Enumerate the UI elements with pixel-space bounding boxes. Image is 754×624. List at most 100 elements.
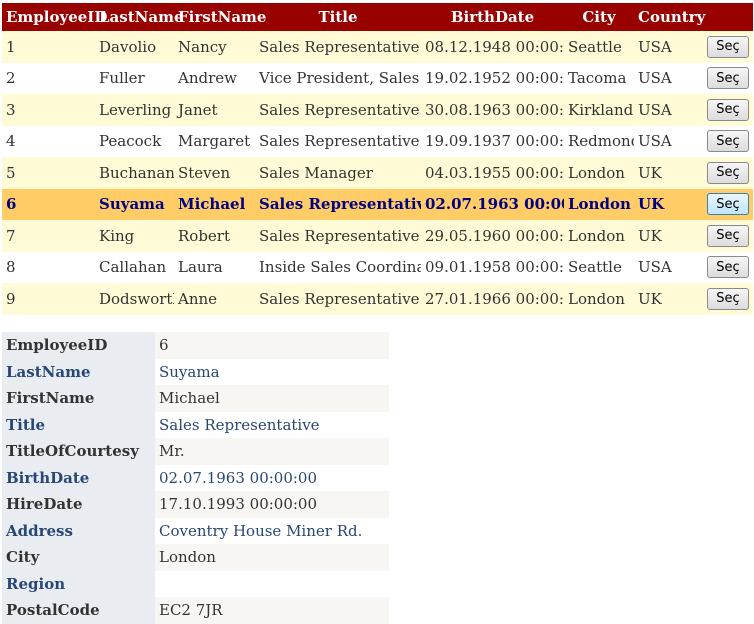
cell-country: USA xyxy=(634,94,698,126)
column-header-title: Title xyxy=(255,3,421,31)
cell-country: UK xyxy=(634,157,698,189)
cell-lastname: Peacock xyxy=(95,125,174,157)
detail-row: EmployeeID 6 xyxy=(2,332,389,359)
cell-title: Sales Representative xyxy=(255,94,421,126)
cell-birthdate: 02.07.1963 00:00:00 xyxy=(421,188,564,220)
table-row: 3 Leverling Janet Sales Representative 30.08… xyxy=(2,94,753,126)
select-button[interactable]: Seç xyxy=(707,98,749,121)
cell-firstname: Michael xyxy=(174,188,255,220)
detail-field-label: City xyxy=(2,544,155,571)
cell-lastname: Buchanan xyxy=(95,157,174,189)
detail-field-value xyxy=(155,570,389,597)
detail-row: Title Sales Representative xyxy=(2,411,389,438)
cell-city: Tacoma xyxy=(564,62,634,94)
column-header-employeeid: EmployeeID xyxy=(2,3,107,31)
detail-row: City London xyxy=(2,544,389,571)
cell-birthdate: 04.03.1955 00:00:00 xyxy=(421,157,564,189)
cell-select: Seç xyxy=(698,125,753,157)
cell-city: London xyxy=(564,188,634,220)
table-row-selected: 6 Suyama Michael Sales Representative 02.07.… xyxy=(2,188,753,220)
select-button[interactable]: Seç xyxy=(707,256,749,279)
cell-employeeid: 6 xyxy=(2,188,95,220)
detail-row: Address Coventry House Miner Rd. xyxy=(2,517,389,544)
cell-title: Sales Representative xyxy=(255,31,421,63)
cell-city: London xyxy=(564,283,634,315)
detail-field-value: 02.07.1963 00:00:00 xyxy=(155,464,389,491)
column-header-country: Country xyxy=(634,3,705,31)
cell-country: USA xyxy=(634,125,698,157)
table-row: 2 Fuller Andrew Vice President, Sales 19.02.… xyxy=(2,62,753,94)
cell-firstname: Anne xyxy=(174,283,255,315)
detail-field-label: Address xyxy=(2,517,155,544)
cell-firstname: Steven xyxy=(174,157,255,189)
detail-field-value: London xyxy=(155,544,389,571)
cell-lastname: Callahan xyxy=(95,251,174,283)
select-button[interactable]: Seç xyxy=(707,67,749,90)
detail-row: LastName Suyama xyxy=(2,358,389,385)
detail-field-value: Sales Representative xyxy=(155,411,389,438)
cell-title: Sales Manager xyxy=(255,157,421,189)
detail-field-label: HireDate xyxy=(2,491,155,518)
detail-row: Region xyxy=(2,570,389,597)
detail-field-value: Michael xyxy=(155,385,389,412)
table-row: 8CallahanLauraInside Sales Coordinator09… xyxy=(2,251,753,283)
cell-select: Seç xyxy=(698,283,753,315)
detail-field-value: Coventry House Miner Rd. xyxy=(155,517,389,544)
cell-employeeid: 8 xyxy=(2,251,95,283)
cell-firstname: Janet xyxy=(174,94,255,126)
cell-country: USA xyxy=(634,31,698,63)
cell-lastname: Davolio xyxy=(95,31,174,63)
detail-field-label: EmployeeID xyxy=(2,332,155,359)
column-header-birthdate: BirthDate xyxy=(421,3,564,31)
select-button[interactable]: Seç xyxy=(707,35,749,58)
select-button[interactable]: Seç xyxy=(707,130,749,153)
cell-birthdate: 09.01.1958 00:00:00 xyxy=(421,251,564,283)
cell-select: Seç xyxy=(698,157,753,189)
cell-firstname: Andrew xyxy=(174,62,255,94)
cell-city: Kirkland xyxy=(564,94,634,126)
cell-city: Seattle xyxy=(564,251,634,283)
detail-field-label: BirthDate xyxy=(2,464,155,491)
detail-field-value: Mr. xyxy=(155,438,389,465)
cell-city: Seattle xyxy=(564,31,634,63)
detail-field-label: Region xyxy=(2,570,155,597)
cell-employeeid: 4 xyxy=(2,125,95,157)
cell-select: Seç xyxy=(698,188,753,220)
cell-country: UK xyxy=(634,188,698,220)
grid-header-row: EmployeeID LastName FirstName Title Birt… xyxy=(2,3,753,31)
cell-select: Seç xyxy=(698,251,753,283)
employee-details-view: EmployeeID 6 LastName Suyama FirstName Michae… xyxy=(2,332,389,624)
cell-select: Seç xyxy=(698,220,753,252)
detail-field-value: Suyama xyxy=(155,358,389,385)
cell-country: USA xyxy=(634,62,698,94)
detail-row: TitleOfCourtesy Mr. xyxy=(2,438,389,465)
table-row: 1 Davolio Nancy Sales Representative 08.12.1… xyxy=(2,31,753,63)
table-row: 4 Peacock Margaret Sales Representative 19.0… xyxy=(2,125,753,157)
select-button[interactable]: Seç xyxy=(707,193,749,216)
cell-birthdate: 30.08.1963 00:00:00 xyxy=(421,94,564,126)
column-header-firstname: FirstName xyxy=(174,3,266,31)
column-header-lastname: LastName xyxy=(95,3,184,31)
table-row: 5 Buchanan Steven Sales Manager 04.03.1955 0… xyxy=(2,157,753,189)
select-button[interactable]: Seç xyxy=(707,161,749,184)
cell-lastname: King xyxy=(95,220,174,252)
cell-employeeid: 3 xyxy=(2,94,95,126)
cell-lastname: Suyama xyxy=(95,188,174,220)
cell-birthdate: 19.09.1937 00:00:00 xyxy=(421,125,564,157)
select-button[interactable]: Seç xyxy=(707,287,749,310)
cell-employeeid: 5 xyxy=(2,157,95,189)
cell-employeeid: 9 xyxy=(2,283,95,315)
detail-field-label: LastName xyxy=(2,358,155,385)
cell-employeeid: 1 xyxy=(2,31,95,63)
cell-select: Seç xyxy=(698,62,753,94)
select-button[interactable]: Seç xyxy=(707,224,749,247)
cell-country: USA xyxy=(634,251,698,283)
column-header-city: City xyxy=(564,3,634,31)
cell-title: Sales Representative xyxy=(255,125,421,157)
detail-field-value: 6 xyxy=(155,332,389,359)
cell-birthdate: 27.01.1966 00:00:00 xyxy=(421,283,564,315)
cell-lastname: Leverling xyxy=(95,94,174,126)
cell-select: Seç xyxy=(698,94,753,126)
table-row: 9 Dodsworth Anne Sales Representative 27.01.… xyxy=(2,283,753,315)
cell-employeeid: 2 xyxy=(2,62,95,94)
